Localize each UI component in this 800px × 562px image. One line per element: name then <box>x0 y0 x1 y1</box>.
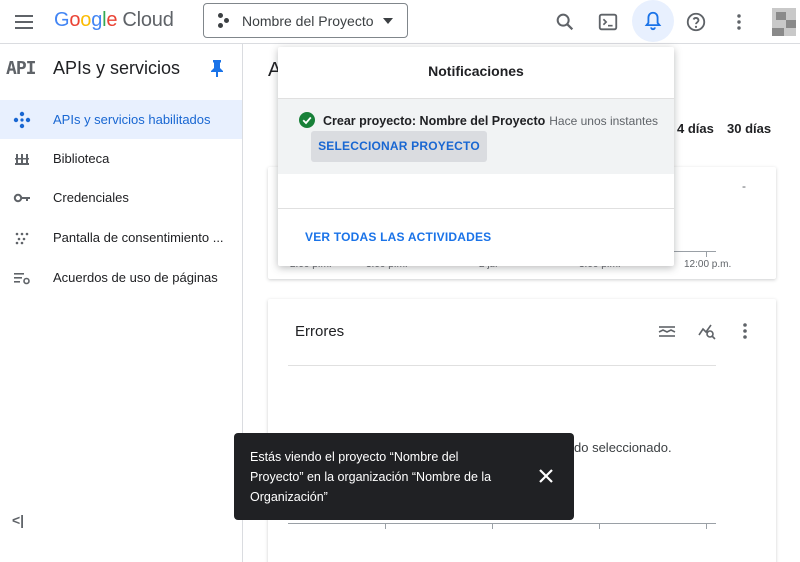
range-4-days[interactable]: 4 días <box>677 121 714 136</box>
select-project-button[interactable]: SELECCIONAR PROYECTO <box>311 131 487 162</box>
axis-tick <box>706 523 707 529</box>
key-icon <box>13 189 31 207</box>
legend-toggle-icon[interactable] <box>657 321 677 341</box>
explore-chart-icon[interactable] <box>697 321 717 341</box>
console-page: Google Cloud Nombre del Proyecto API API… <box>0 0 800 562</box>
errors-card: Errores do seleccionado. <box>268 299 776 562</box>
snackbar: Estás viendo el proyecto “Nombre del Pro… <box>234 433 574 520</box>
sidebar-item-consent-screen[interactable]: Pantalla de consentimiento ... <box>0 218 242 257</box>
card-divider <box>288 365 716 366</box>
sidebar-item-label: Pantalla de consentimiento ... <box>53 230 224 245</box>
axis-tick <box>599 523 600 529</box>
search-icon[interactable] <box>549 6 581 38</box>
sidebar-item-label: Credenciales <box>53 190 129 205</box>
sidebar-item-library[interactable]: Biblioteca <box>0 139 242 178</box>
axis-tick <box>492 523 493 529</box>
avatar[interactable] <box>772 8 796 36</box>
top-bar: Google Cloud Nombre del Proyecto <box>0 0 800 44</box>
success-check-icon <box>299 112 315 133</box>
consent-icon <box>13 229 31 247</box>
notifications-icon[interactable] <box>632 0 674 42</box>
apis-icon <box>13 111 31 129</box>
x-axis <box>288 523 716 524</box>
close-icon[interactable] <box>536 466 556 486</box>
logo-letter: g <box>91 9 103 31</box>
errors-card-title: Errores <box>295 323 345 340</box>
api-badge: API <box>6 58 36 79</box>
more-vert-icon[interactable] <box>735 321 755 341</box>
notification-time: Hace unos instantes <box>549 114 658 128</box>
library-icon <box>13 150 31 168</box>
collapse-sidebar-button[interactable]: <| <box>12 512 24 528</box>
project-picker-button[interactable]: Nombre del Proyecto <box>203 3 408 38</box>
settings-list-icon <box>13 269 31 287</box>
logo-letter: o <box>69 9 81 31</box>
sidebar-item-label: Acuerdos de uso de páginas <box>53 270 218 285</box>
axis-tick <box>385 523 386 529</box>
sidebar-item-credentials[interactable]: Credenciales <box>0 178 242 217</box>
menu-icon[interactable] <box>12 10 36 34</box>
more-vert-icon[interactable] <box>723 6 755 38</box>
sidebar-item-page-agreements[interactable]: Acuerdos de uso de páginas <box>0 258 242 297</box>
logo-letter: o <box>80 9 92 31</box>
sidebar: API APIs y servicios APIs y servicios ha… <box>0 44 243 562</box>
snackbar-message: Estás viendo el proyecto “Nombre del Pro… <box>250 450 492 504</box>
notification-message: Crear proyecto: Nombre del Proyecto <box>323 114 546 128</box>
sidebar-header: API APIs y servicios <box>0 44 243 94</box>
logo-letter: e <box>106 9 118 31</box>
empty-state-text: do seleccionado. <box>574 440 672 455</box>
project-dots-icon <box>218 13 234 29</box>
logo-letter: G <box>54 9 70 31</box>
help-icon[interactable] <box>680 6 712 38</box>
sidebar-title: APIs y servicios <box>53 58 181 78</box>
project-name: Nombre del Proyecto <box>242 13 374 29</box>
sidebar-item-apis-enabled[interactable]: APIs y servicios habilitados <box>0 100 242 139</box>
notification-item[interactable]: Crear proyecto: Nombre del Proyecto Hace… <box>278 99 674 174</box>
pin-icon[interactable] <box>209 59 225 82</box>
sidebar-item-label: Biblioteca <box>53 151 110 166</box>
notifications-title: Notificaciones <box>428 63 524 79</box>
legend-dash: - <box>742 179 746 193</box>
cloud-shell-icon[interactable] <box>592 6 624 38</box>
logo-product: Cloud <box>122 9 174 31</box>
range-30-days[interactable]: 30 días <box>727 121 771 136</box>
notifications-panel: Notificaciones Crear proyecto: Nombre de… <box>278 47 674 266</box>
sidebar-item-label: APIs y servicios habilitados <box>53 112 211 127</box>
view-all-activities-link[interactable]: VER TODAS LAS ACTIVIDADES <box>305 230 491 244</box>
divider <box>278 208 674 209</box>
caret-down-icon <box>383 18 393 24</box>
axis-tick <box>706 251 707 257</box>
google-cloud-logo[interactable]: Google Cloud <box>54 9 174 32</box>
x-tick-label: 12:00 p.m. <box>684 259 732 270</box>
